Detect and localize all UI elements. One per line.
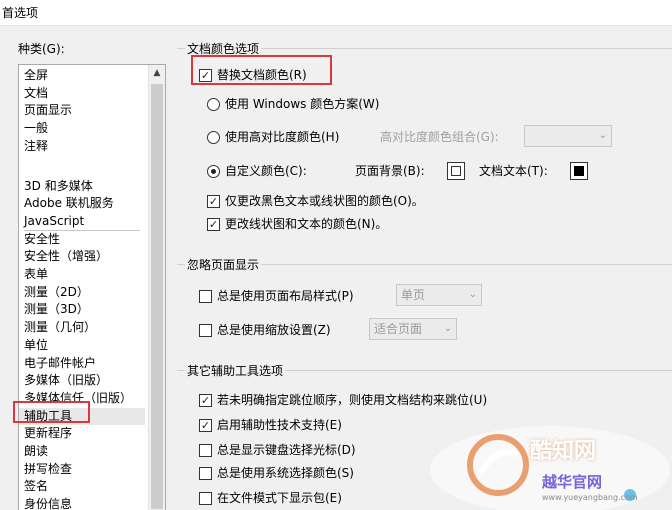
categories-label: 种类(G): <box>18 42 65 56</box>
categories-separator <box>24 230 140 231</box>
windows-scheme-radio-button[interactable] <box>207 98 220 111</box>
override-page-title: 忽略页面显示 <box>185 256 262 273</box>
zoom-combo[interactable]: 适合页面 ⌄ <box>369 318 457 340</box>
sidebar-item[interactable]: 电子邮件帐户 <box>19 355 145 373</box>
sidebar-item[interactable]: 测量（3D） <box>19 301 145 319</box>
watermark-url: www.yueyangbang.com <box>542 493 638 502</box>
high-contrast-radio-button[interactable] <box>207 131 220 144</box>
other-tools-title: 其它辅助工具选项 <box>185 362 286 379</box>
sidebar-item[interactable]: 全屏 <box>19 67 145 85</box>
sidebar-item[interactable]: Adobe 联机服务 <box>19 195 145 213</box>
other-tools-check[interactable]: ✓ <box>199 394 212 407</box>
page-bg-color-fill <box>451 166 461 176</box>
title-bar: 首选项 <box>0 0 672 26</box>
override-page-group: 忽略页面显示 总是使用页面布局样式(P) 单页 ⌄ 总是使用缩放设置(Z) 适合… <box>177 256 672 352</box>
doc-text-color-fill <box>574 166 584 176</box>
sidebar-item[interactable]: 注释 <box>19 138 145 156</box>
highlight-box-replace <box>191 55 332 85</box>
sidebar-item[interactable]: 安全性（增强） <box>19 248 145 266</box>
sidebar-item[interactable]: 测量（几何） <box>19 319 145 337</box>
sidebar-item[interactable]: 安全性 <box>19 231 145 249</box>
highlight-box-sidebar <box>13 401 90 423</box>
only-black-check[interactable]: ✓ <box>207 195 220 208</box>
sidebar-item[interactable]: 单位 <box>19 337 145 355</box>
scroll-up-arrow-icon[interactable]: ▲ <box>149 65 165 82</box>
page-bg-label: 页面背景(B): <box>355 164 425 178</box>
other-tools-check[interactable]: ✓ <box>199 419 212 432</box>
window-title: 首选项 <box>2 6 39 20</box>
chevron-down-icon: ⌄ <box>468 289 477 300</box>
doc-text-label: 文档文本(T): <box>479 164 548 178</box>
high-contrast-combo-label: 高对比度颜色组合(G): <box>380 130 499 144</box>
sidebar-item[interactable]: 表单 <box>19 266 145 284</box>
other-tools-check[interactable] <box>199 467 212 480</box>
doc-text-color-swatch[interactable] <box>570 162 588 180</box>
categories-scrollbar[interactable]: ▲ <box>148 65 165 510</box>
sidebar-item[interactable]: 更新程序 <box>19 425 145 443</box>
sidebar-item[interactable]: 签名 <box>19 478 145 496</box>
sidebar-item[interactable]: 文档 <box>19 85 145 103</box>
watermark-brand: 酷知网 <box>530 439 597 464</box>
sidebar-item[interactable]: 多媒体（旧版） <box>19 372 145 390</box>
chevron-down-icon: ⌄ <box>443 323 452 334</box>
categories-list[interactable]: 全屏 文档 页面显示 一般 注释 3D 和多媒体 Adobe 联机服务 JavaScript 安… <box>18 64 166 510</box>
sidebar-item[interactable]: 页面显示 <box>19 102 145 120</box>
watermark: 酷知网 越华官网 www.yueyangbang.com <box>420 425 672 510</box>
other-tools-check[interactable] <box>199 444 212 457</box>
sidebar-item[interactable]: 朗读 <box>19 443 145 461</box>
scroll-thumb[interactable] <box>151 84 163 509</box>
sidebar-item[interactable]: JavaScript <box>19 213 145 231</box>
change-line-check[interactable]: ✓ <box>207 218 220 231</box>
sidebar-item[interactable]: 测量（2D） <box>19 284 145 302</box>
always-zoom-check[interactable] <box>199 324 212 337</box>
sidebar-item[interactable]: 身份信息 <box>19 496 145 510</box>
layout-combo[interactable]: 单页 ⌄ <box>396 284 482 306</box>
other-tools-check[interactable] <box>199 492 212 505</box>
sidebar-item[interactable]: 3D 和多媒体 <box>19 178 145 196</box>
always-layout-check[interactable] <box>199 290 212 303</box>
page-bg-color-swatch[interactable] <box>447 162 465 180</box>
custom-color-radio-button[interactable] <box>207 165 220 178</box>
high-contrast-combo[interactable]: ⌄ <box>524 125 612 147</box>
chevron-down-icon: ⌄ <box>598 130 607 141</box>
sidebar-item[interactable]: 拼写检查 <box>19 461 145 479</box>
watermark-site-name: 越华官网 <box>542 473 603 491</box>
sidebar-item[interactable]: 一般 <box>19 120 145 138</box>
